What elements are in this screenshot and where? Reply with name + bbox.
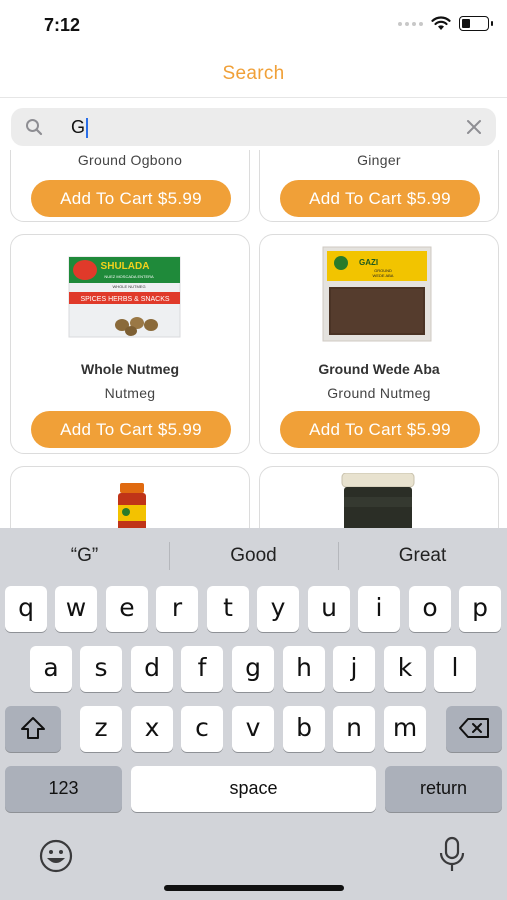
numbers-key[interactable]: 123 (5, 766, 122, 812)
wifi-icon (431, 16, 451, 30)
product-image: SHULADA NUEZ MOSCADA ENTERA WHOLE NUTMEG… (68, 256, 181, 338)
key[interactable]: w (55, 586, 97, 632)
key[interactable]: h (283, 646, 325, 692)
search-query: G (71, 117, 89, 139)
product-card[interactable]: Ground Ogbono Add To Cart $5.99 (10, 150, 250, 222)
package-brand: SHULADA (101, 261, 150, 272)
key[interactable]: g (232, 646, 274, 692)
product-image (341, 473, 415, 528)
key[interactable]: o (409, 586, 451, 632)
key[interactable]: l (434, 646, 476, 692)
product-category: Ground Nutmeg (327, 385, 431, 401)
key[interactable]: y (257, 586, 299, 632)
product-category: Ginger (357, 152, 401, 168)
battery-icon (459, 16, 493, 31)
microphone-icon[interactable] (438, 836, 466, 874)
product-grid: Ground Ogbono Add To Cart $5.99 Ginger A… (0, 150, 507, 528)
suggestion-item[interactable]: Great (338, 538, 507, 574)
key[interactable]: u (308, 586, 350, 632)
add-to-cart-button[interactable]: Add To Cart $5.99 (280, 411, 480, 448)
backspace-key[interactable] (446, 706, 502, 752)
product-name: Whole Nutmeg (81, 361, 179, 377)
key[interactable]: b (283, 706, 325, 752)
product-category: Ground Ogbono (77, 152, 183, 168)
search-icon (26, 119, 43, 136)
key[interactable]: t (207, 586, 249, 632)
return-key[interactable]: return (385, 766, 502, 812)
product-card[interactable]: GAZI GROUND WEDE ABA Ground Wede Aba Gro… (259, 234, 499, 454)
product-name: Ground Wede Aba (318, 361, 440, 377)
key[interactable]: c (181, 706, 223, 752)
signal-icon (398, 21, 423, 26)
product-image: GAZI GROUND WEDE ABA (322, 246, 432, 342)
status-icons (398, 16, 493, 31)
status-bar: 7:12 (0, 0, 507, 50)
package-line-2: WHOLE NUTMEG (112, 284, 145, 289)
keyboard: “G” Good Great q w e r t y u i o p a s d… (0, 528, 507, 900)
page-title: Search (222, 63, 285, 84)
home-indicator (164, 885, 344, 891)
key[interactable]: x (131, 706, 173, 752)
space-key[interactable]: space (131, 766, 376, 812)
product-category: Nutmeg (104, 385, 156, 401)
key[interactable]: d (131, 646, 173, 692)
product-card[interactable]: SHULADA NUEZ MOSCADA ENTERA WHOLE NUTMEG… (10, 234, 250, 454)
key[interactable]: p (459, 586, 501, 632)
nav-header: Search (0, 50, 507, 98)
shift-icon (21, 717, 45, 739)
key[interactable]: f (181, 646, 223, 692)
key[interactable]: s (80, 646, 122, 692)
package-line-1: NUEZ MOSCADA ENTERA (104, 274, 154, 279)
key[interactable]: k (384, 646, 426, 692)
package-banner: SPICES HERBS & SNACKS (80, 296, 169, 303)
product-card[interactable] (259, 466, 499, 528)
suggestion-bar: “G” Good Great (0, 538, 507, 574)
package-line-2: WEDE ABA (373, 273, 394, 278)
key[interactable]: m (384, 706, 426, 752)
suggestion-item[interactable]: “G” (0, 538, 169, 574)
status-time: 7:12 (44, 15, 81, 35)
key[interactable]: j (333, 646, 375, 692)
clear-icon[interactable] (466, 119, 482, 135)
backspace-icon (459, 718, 489, 738)
add-to-cart-button[interactable]: Add To Cart $5.99 (31, 411, 231, 448)
key[interactable]: n (333, 706, 375, 752)
key[interactable]: i (358, 586, 400, 632)
add-to-cart-button[interactable]: Add To Cart $5.99 (280, 180, 480, 217)
key[interactable]: a (30, 646, 72, 692)
key[interactable]: z (80, 706, 122, 752)
add-to-cart-button[interactable]: Add To Cart $5.99 (31, 180, 231, 217)
product-card[interactable]: Ginger Add To Cart $5.99 (259, 150, 499, 222)
product-image (118, 483, 146, 528)
search-input[interactable]: G (11, 108, 496, 146)
suggestion-item[interactable]: Good (169, 538, 338, 574)
emoji-icon[interactable] (38, 838, 74, 874)
key[interactable]: e (106, 586, 148, 632)
key[interactable]: v (232, 706, 274, 752)
product-card[interactable] (10, 466, 250, 528)
key[interactable]: r (156, 586, 198, 632)
key[interactable]: q (5, 586, 47, 632)
package-brand: GAZI (359, 258, 378, 267)
shift-key[interactable] (5, 706, 61, 752)
